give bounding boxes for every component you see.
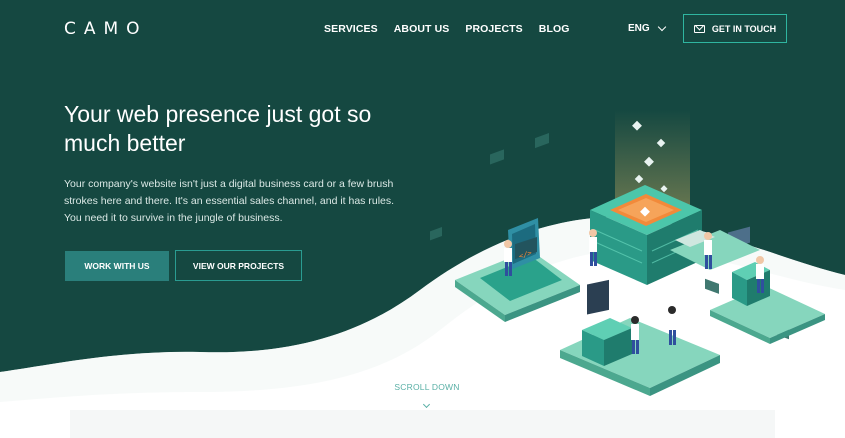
person-laptop <box>504 240 512 276</box>
nav-about-us[interactable]: ABOUT US <box>394 23 450 35</box>
server-rack-platform <box>560 279 720 396</box>
person-bottom-left <box>631 316 639 354</box>
top-navigation: CAMO SERVICES ABOUT US PROJECTS BLOG ENG… <box>0 0 845 60</box>
hero-illustration: </> <box>430 110 825 396</box>
get-in-touch-button[interactable]: GET IN TOUCH <box>683 14 787 43</box>
person-right-platform <box>756 256 764 293</box>
view-projects-button[interactable]: VIEW OUR PROJECTS <box>175 250 302 281</box>
brand-logo[interactable]: CAMO <box>64 19 148 39</box>
person-tower <box>589 229 597 266</box>
nav-services[interactable]: SERVICES <box>324 23 378 35</box>
scroll-down-link[interactable]: SCROLL DOWN <box>384 382 470 392</box>
laptop-platform: </> <box>455 218 580 322</box>
hero-section: CAMO SERVICES ABOUT US PROJECTS BLOG ENG… <box>0 0 845 438</box>
get-in-touch-label: GET IN TOUCH <box>711 23 777 34</box>
language-label: ENG <box>628 23 650 34</box>
language-selector[interactable]: ENG <box>628 22 666 34</box>
hero-headline: Your web presence just got so much bette… <box>64 101 372 156</box>
nav-projects[interactable]: PROJECTS <box>465 23 522 35</box>
mail-icon <box>693 24 705 33</box>
chevron-down-icon <box>657 22 666 32</box>
nav-blog[interactable]: BLOG <box>539 23 570 35</box>
person-right-desk <box>704 232 712 269</box>
work-with-us-button[interactable]: WORK WITH US <box>65 251 169 281</box>
main-nav: SERVICES ABOUT US PROJECTS BLOG <box>324 23 570 35</box>
hero-description: Your company's website isn't just a digi… <box>64 178 395 224</box>
person-bottom-right <box>668 306 676 345</box>
